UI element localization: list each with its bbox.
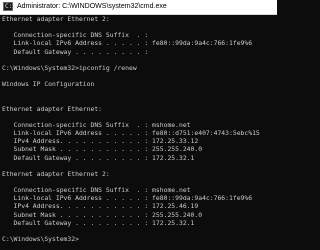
console-line: Link-local IPv6 Address . . . . . : fe80… (2, 39, 253, 48)
cmd-window: C:\ Administrator: C:\WINDOWS\system32\c… (0, 0, 277, 250)
console-line: IPv4 Address. . . . . . . . . . . : 172.… (2, 137, 199, 146)
console-line: C:\Windows\System32> (2, 235, 79, 244)
window-title: Administrator: C:\WINDOWS\system32\cmd.e… (17, 3, 167, 10)
console-line: Default Gateway . . . . . . . . . : 172.… (2, 153, 195, 162)
title-bar[interactable]: C:\ Administrator: C:\WINDOWS\system32\c… (0, 0, 277, 15)
console-output[interactable]: Ethernet adapter Ethernet 2: Connection-… (0, 15, 277, 250)
console-line: Connection-specific DNS Suffix . : mshom… (2, 120, 191, 129)
console-line: Windows IP Configuration (2, 80, 95, 89)
console-line: Subnet Mask . . . . . . . . . . . : 255.… (2, 210, 203, 219)
console-line: Ethernet adapter Ethernet 2: (2, 169, 110, 178)
console-line: IPv4 Address. . . . . . . . . . . : 172.… (2, 202, 199, 211)
scrollbar[interactable] (275, 15, 277, 250)
console-line: Ethernet adapter Ethernet 2: (2, 15, 110, 23)
console-line: C:\Windows\System32>ipconfig /renew (2, 63, 137, 72)
console-line: Default Gateway . . . . . . . . . : 172.… (2, 218, 195, 227)
console-line: Ethernet adapter Ethernet: (2, 104, 103, 113)
cmd-icon-glyph: C:\ (5, 3, 16, 10)
console-line: Link-local IPv6 Address . . . . . : fe80… (2, 194, 253, 203)
console-line: Default Gateway . . . . . . . . . : (2, 47, 149, 56)
cmd-icon: C:\ (3, 2, 16, 11)
console-line: Link-local IPv6 Address . . . . . : fe80… (2, 129, 260, 138)
console-line: Connection-specific DNS Suffix . : mshom… (2, 186, 191, 195)
console-line: Connection-specific DNS Suffix . : (2, 31, 149, 40)
console-line: Subnet Mask . . . . . . . . . . . : 255.… (2, 145, 203, 154)
